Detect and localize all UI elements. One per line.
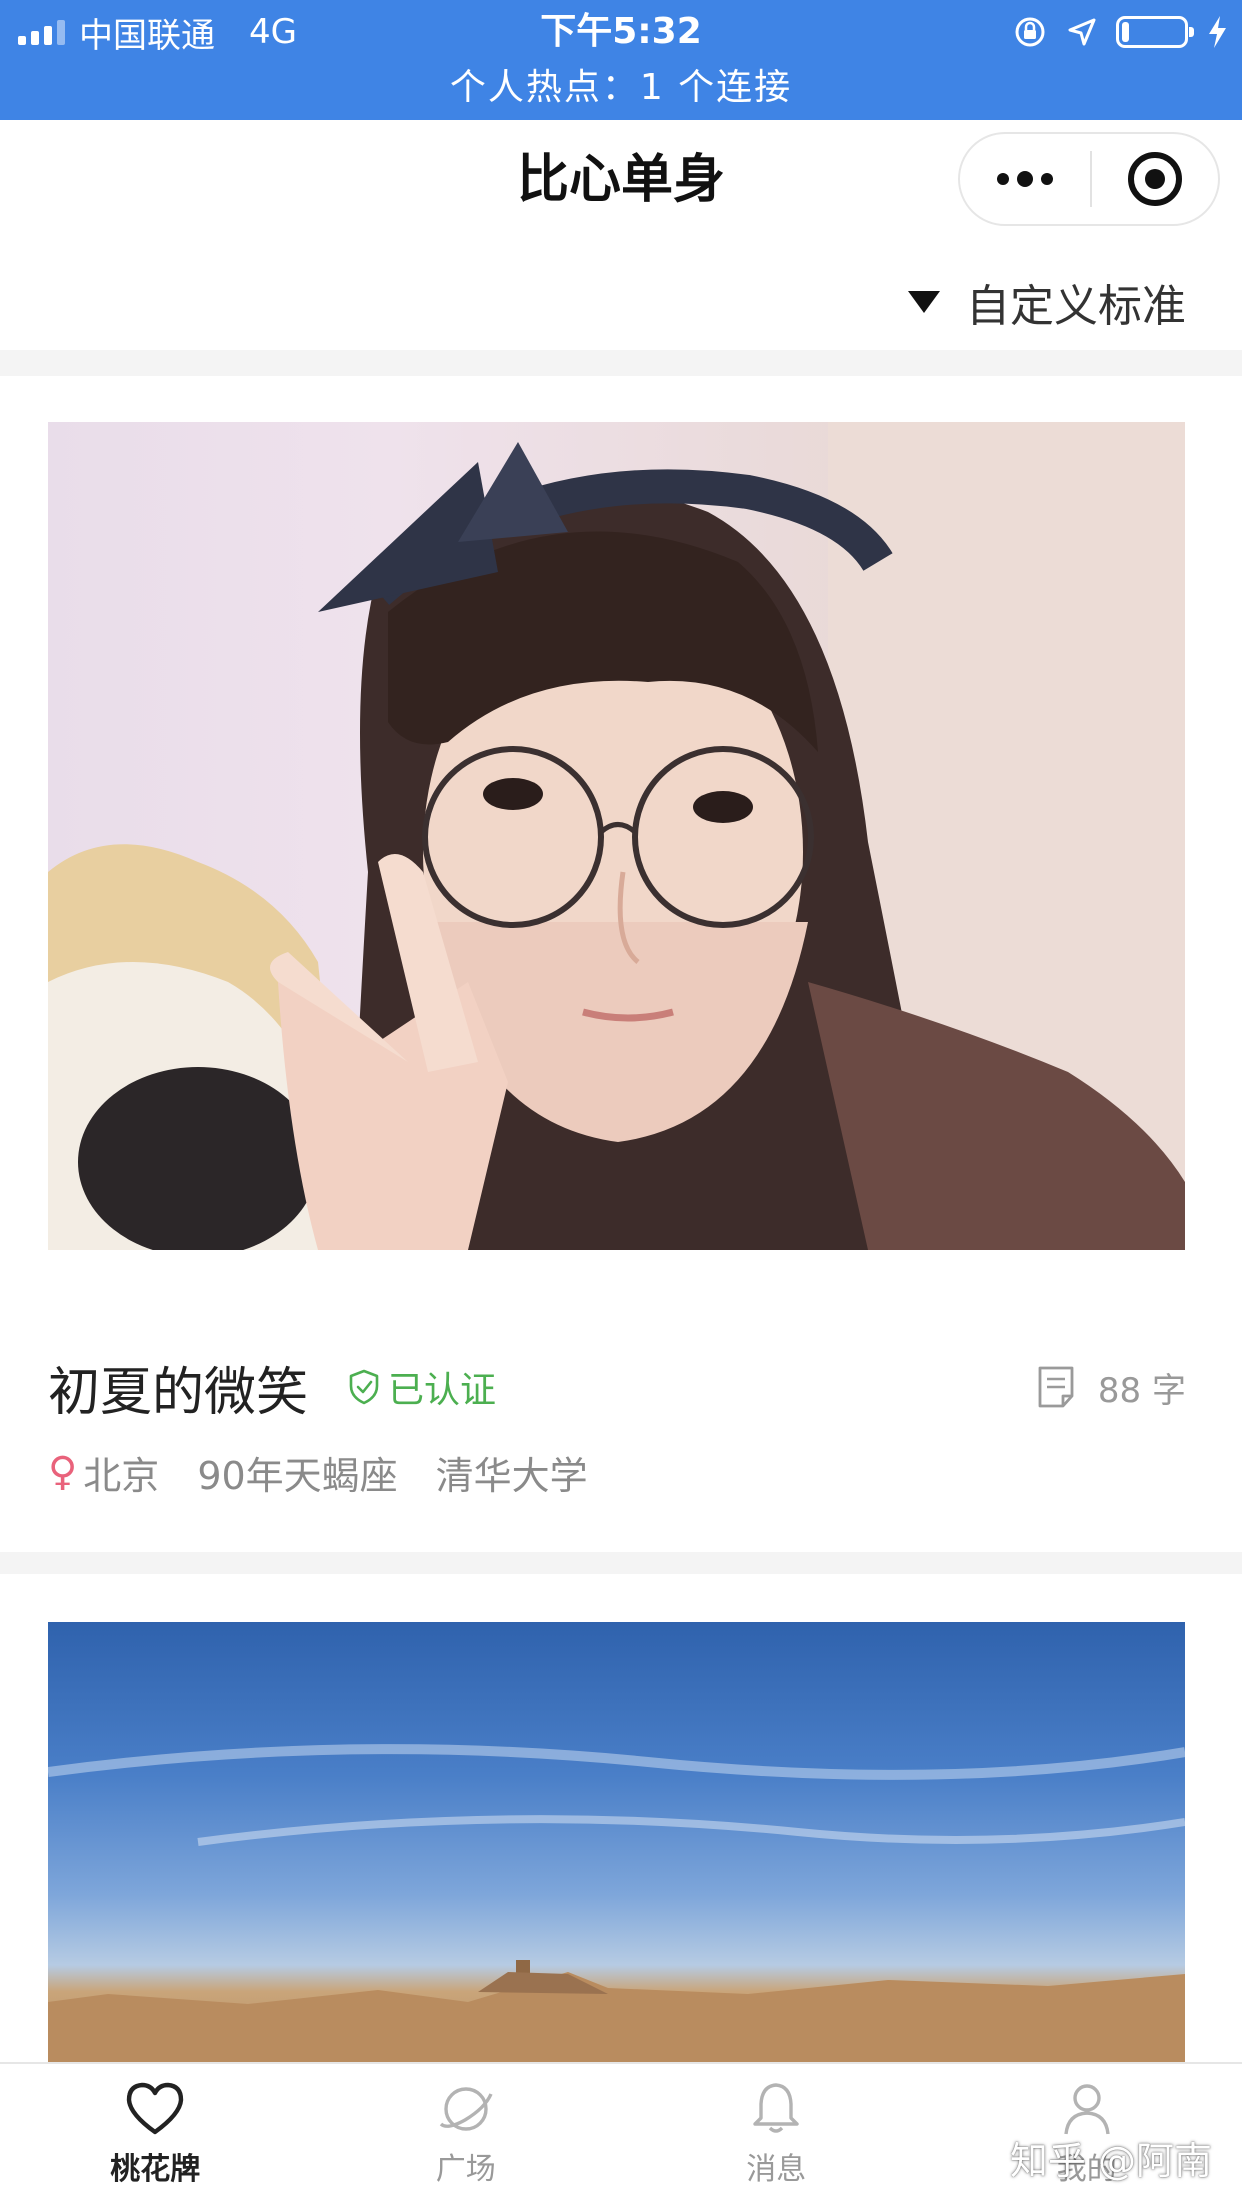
watermark: 知乎 @阿南 (1009, 2139, 1212, 2183)
birth-sign-label: 90年天蝎座 (197, 1453, 398, 1498)
close-target-icon[interactable] (1092, 134, 1218, 224)
heart-icon (127, 2082, 184, 2135)
tab-peach-blossom[interactable]: 桃花牌 (0, 2064, 311, 2208)
section-divider (0, 350, 1242, 376)
verified-label: 已认证 (388, 1370, 497, 1411)
planet-icon (439, 2087, 493, 2131)
charging-icon (1209, 16, 1226, 48)
profile-card[interactable]: 初夏的微笑 已认证 88 字 ♀ 北京 90年天蝎座 清华大学 (0, 422, 1242, 1552)
hotspot-banner[interactable]: 个人热点：1 个连接 (0, 62, 1242, 114)
tab-label: 消息 (746, 2152, 807, 2187)
orientation-lock-icon (1015, 17, 1045, 47)
tab-messages[interactable]: 消息 (621, 2064, 932, 2208)
section-divider (0, 1552, 1242, 1574)
document-icon (1038, 1366, 1074, 1408)
word-count: 88 字 (1036, 1352, 1186, 1422)
battery-icon (1116, 16, 1194, 48)
verified-badge: 已认证 (348, 1361, 496, 1413)
tab-square[interactable]: 广场 (311, 2064, 622, 2208)
shield-check-icon (349, 1369, 379, 1405)
desert-sky-photo[interactable] (48, 1622, 1185, 2062)
tab-label: 广场 (435, 2152, 496, 2187)
filter-label: 自定义标准 (966, 281, 1186, 332)
selfie-illustration (48, 422, 1185, 1250)
more-dots-icon[interactable] (960, 134, 1090, 224)
word-count-label: 88 字 (1097, 1370, 1186, 1411)
nav-bar: 比心单身 (0, 120, 1242, 240)
location-icon (1068, 18, 1096, 46)
triangle-down-icon (908, 291, 940, 313)
status-bar: 中国联通 4G 下午5:32 个人热点：1 个连接 (0, 0, 1242, 120)
desert-illustration (48, 1744, 1185, 2062)
profile-card[interactable] (0, 1622, 1242, 2062)
city-label: 北京 (83, 1453, 160, 1498)
tab-label: 桃花牌 (110, 2152, 201, 2187)
nickname[interactable]: 初夏的微笑 (48, 1350, 308, 1425)
bell-icon (753, 2083, 799, 2133)
mini-program-capsule (958, 132, 1220, 226)
profile-info: ♀ 北京 90年天蝎座 清华大学 (48, 1444, 626, 1500)
name-row: 初夏的微笑 已认证 (48, 1350, 496, 1425)
custom-filter-button[interactable]: 自定义标准 (908, 262, 1186, 342)
school-label: 清华大学 (435, 1453, 588, 1498)
female-icon: ♀ (48, 1449, 78, 1495)
status-right (1012, 8, 1228, 56)
selfie-photo[interactable] (48, 422, 1185, 1250)
